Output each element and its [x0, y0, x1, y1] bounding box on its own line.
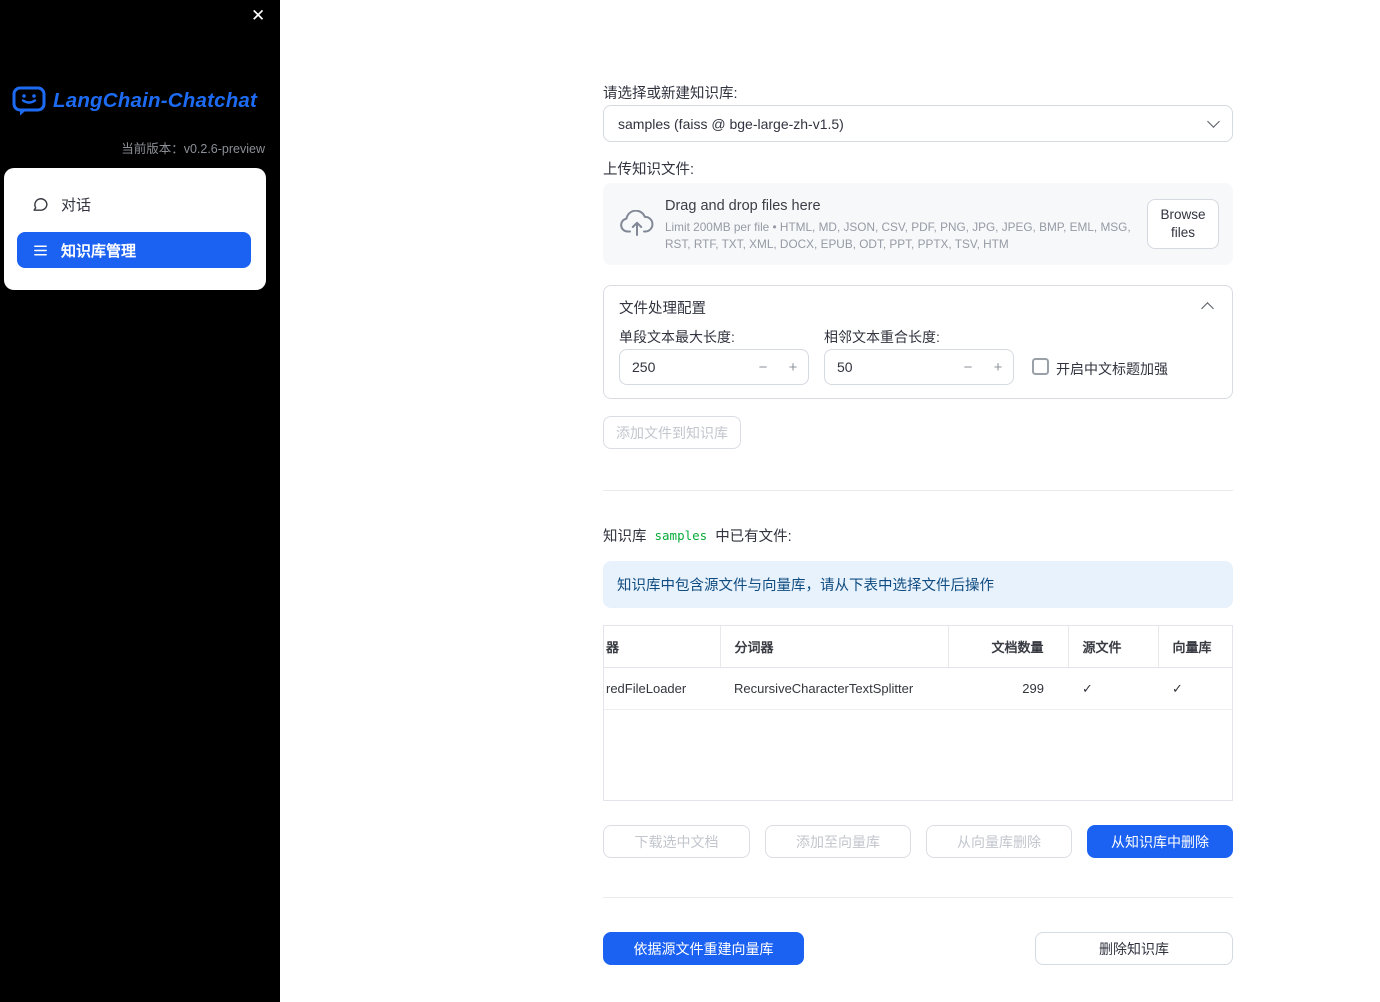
- sidebar-menu: 对话 知识库管理: [4, 168, 266, 290]
- logo-chat-icon: [12, 86, 46, 116]
- cell-loader: redFileLoader: [604, 667, 720, 710]
- cell-doc-count: 299: [948, 667, 1068, 710]
- column-header-doc-count[interactable]: 文档数量: [947, 626, 1068, 668]
- divider: [603, 490, 1233, 491]
- table-row[interactable]: redFileLoader RecursiveCharacterTextSpli…: [604, 667, 1232, 710]
- chevron-up-icon: [1201, 302, 1214, 315]
- cell-source-file-check: ✓: [1068, 667, 1158, 710]
- table-header-row: 器 分词器 文档数量 源文件 向量库: [604, 626, 1232, 668]
- info-text: 知识库中包含源文件与向量库，请从下表中选择文件后操作: [617, 578, 994, 594]
- info-banner: 知识库中包含源文件与向量库，请从下表中选择文件后操作: [603, 561, 1233, 608]
- kb-name-code: samples: [654, 528, 708, 543]
- expander-header[interactable]: 文件处理配置: [604, 286, 1232, 324]
- sidebar: ✕ LangChain-Chatchat 当前版本：v0.2.6-preview: [0, 0, 280, 1002]
- chunk-plus-button[interactable]: +: [778, 359, 808, 376]
- chunk-size-stepper: − +: [619, 349, 809, 385]
- logo-text: LangChain-Chatchat: [53, 89, 258, 112]
- download-selected-docs-button[interactable]: 下载选中文档: [603, 825, 750, 858]
- menu-item-label: 知识库管理: [61, 242, 137, 260]
- add-files-to-kb-button[interactable]: 添加文件到知识库: [603, 416, 741, 449]
- overlap-size-label: 相邻文本重合长度:: [824, 329, 940, 345]
- cell-splitter: RecursiveCharacterTextSplitter: [720, 667, 948, 710]
- expander-title: 文件处理配置: [619, 301, 706, 317]
- chunk-size-label: 单段文本最大长度:: [619, 329, 735, 345]
- kb-select-value: samples (faiss @ bge-large-zh-v1.5): [618, 115, 844, 132]
- column-header-loader[interactable]: 器: [604, 626, 720, 668]
- delete-from-vector-store-button[interactable]: 从向量库删除: [926, 825, 1072, 858]
- chat-bubble-icon: [32, 196, 49, 213]
- overlap-size-input[interactable]: [825, 359, 953, 375]
- sidebar-item-dialogue[interactable]: 对话: [17, 186, 251, 222]
- dropzone-limit: Limit 200MB per file • HTML, MD, JSON, C…: [665, 220, 1131, 251]
- app-logo: LangChain-Chatchat: [12, 86, 257, 116]
- sidebar-item-knowledge-base[interactable]: 知识库管理: [17, 232, 251, 268]
- main-content: 请选择或新建知识库: samples (faiss @ bge-large-zh…: [603, 0, 1233, 1002]
- menu-item-label: 对话: [61, 196, 92, 214]
- divider: [603, 897, 1233, 898]
- chevron-down-icon: [1207, 115, 1220, 128]
- overlap-size-stepper: − +: [824, 349, 1014, 385]
- zh-title-enhance-label: 开启中文标题加强: [1056, 361, 1168, 377]
- column-header-splitter[interactable]: 分词器: [719, 626, 948, 668]
- kb-existing-files-line: 知识库 samples 中已有文件:: [603, 525, 792, 546]
- kb-select[interactable]: samples (faiss @ bge-large-zh-v1.5): [603, 105, 1233, 142]
- cloud-upload-icon: [619, 209, 655, 243]
- browse-files-button[interactable]: Browse files: [1147, 199, 1219, 249]
- version-text: 当前版本：v0.2.6-preview: [121, 142, 265, 156]
- rebuild-vector-store-button[interactable]: 依据源文件重建向量库: [603, 932, 804, 965]
- file-dropzone[interactable]: Drag and drop files here Limit 200MB per…: [603, 183, 1233, 265]
- kb-files-table: 器 分词器 文档数量 源文件 向量库 redFileLoader Recursi…: [603, 625, 1233, 801]
- zh-title-enhance-checkbox[interactable]: [1032, 358, 1049, 375]
- kb-files-suffix: 中已有文件:: [715, 529, 792, 545]
- delete-from-kb-button[interactable]: 从知识库中删除: [1087, 825, 1233, 858]
- dropzone-text: Drag and drop files here Limit 200MB per…: [665, 198, 1143, 253]
- dropzone-title: Drag and drop files here: [665, 198, 821, 214]
- file-config-expander: 文件处理配置 单段文本最大长度: 相邻文本重合长度: − + − + 开启中文标…: [603, 285, 1233, 399]
- sidebar-close-button[interactable]: ✕: [245, 5, 271, 27]
- add-to-vector-store-button[interactable]: 添加至向量库: [765, 825, 911, 858]
- column-header-source-file[interactable]: 源文件: [1067, 626, 1158, 668]
- upload-label: 上传知识文件:: [603, 162, 695, 178]
- overlap-minus-button[interactable]: −: [953, 359, 983, 376]
- column-header-vector-store[interactable]: 向量库: [1157, 626, 1232, 668]
- overlap-plus-button[interactable]: +: [983, 359, 1013, 376]
- chunk-minus-button[interactable]: −: [748, 359, 778, 376]
- cell-vector-store-check: ✓: [1158, 667, 1232, 710]
- list-icon: [32, 242, 49, 259]
- delete-kb-button[interactable]: 删除知识库: [1035, 932, 1233, 965]
- app-window: ✕ LangChain-Chatchat 当前版本：v0.2.6-preview: [0, 0, 1380, 1002]
- kb-files-prefix: 知识库: [603, 529, 647, 545]
- kb-select-label: 请选择或新建知识库:: [603, 86, 738, 102]
- chunk-size-input[interactable]: [620, 359, 748, 375]
